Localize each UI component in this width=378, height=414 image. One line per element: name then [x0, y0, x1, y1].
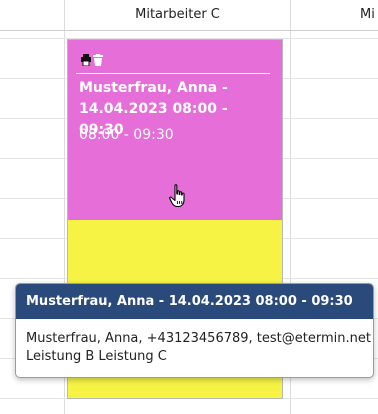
appointment-toolbar [81, 48, 103, 67]
tooltip-details: Musterfrau, Anna, +43123456789, test@ete… [26, 331, 371, 346]
tooltip-title: Musterfrau, Anna - 14.04.2023 08:00 - 09… [16, 284, 373, 319]
appointment-tooltip: Musterfrau, Anna - 14.04.2023 08:00 - 09… [15, 283, 374, 378]
column-header-next-employee: Mi [360, 7, 375, 22]
print-icon[interactable] [81, 51, 91, 67]
tooltip-body: Musterfrau, Anna, +43123456789, test@ete… [16, 319, 373, 366]
header-divider [0, 30, 378, 31]
appointment-divider [76, 73, 270, 74]
column-header-mitarbeiter-c: Mitarbeiter C [135, 7, 220, 22]
tooltip-services: Leistung B Leistung C [26, 349, 167, 364]
column-header-time [0, 0, 64, 30]
appointment-time: 08:00 - 09:30 [79, 127, 174, 143]
hand-pointer-icon [169, 184, 189, 208]
trash-icon[interactable] [93, 51, 103, 66]
